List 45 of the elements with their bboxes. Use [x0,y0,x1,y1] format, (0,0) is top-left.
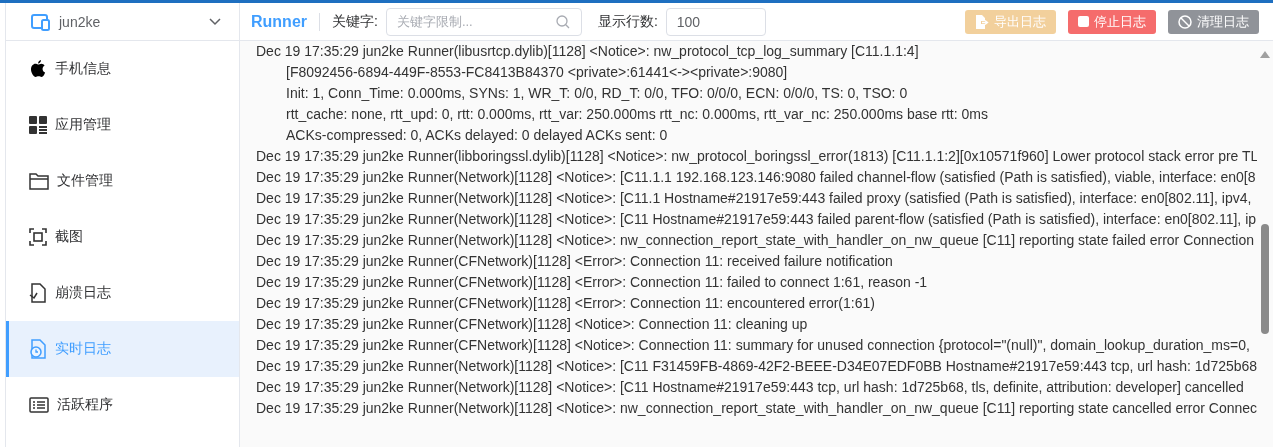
apple-icon [29,59,47,79]
device-icon [31,12,51,31]
folder-icon [29,172,49,190]
log-line: Dec 19 17:35:29 jun2ke Runner(CFNetwork)[1128] <Error>: Connection 11: encountered error(1:61) [256,294,876,313]
log-line: Dec 19 17:35:29 jun2ke Runner(Network)[1128] <Notice>: nw_connection_report_state_with_handler_on_nw_queue [C11] reporting state cancelled error Connec [256,399,1257,418]
list-icon [29,397,49,413]
rows-field[interactable]: 100 [665,7,766,36]
log-line: Dec 19 17:35:29 jun2ke Runner(CFNetwork)[1128] <Error>: Connection 11: received failure notification [256,252,894,271]
document-clock-icon [29,339,47,359]
log-line: Dec 19 17:35:29 jun2ke Runner(libusrtcp.dylib)[1128] <Notice>: nw_protocol_tcp_log_summary [C11.1.1:4] [256,42,920,61]
log-line: Dec 19 17:35:29 jun2ke Runner(Network)[1128] <Notice>: [C11 F31459FB-4869-42F2-BEEE-D34E07EDF0BB Hostname#21917e59:443 tcp, url hash: 1d725b68 [256,357,1257,376]
export-icon [975,14,989,29]
log-line: Dec 19 17:35:29 jun2ke Runner(Network)[1128] <Notice>: [C11 Hostname#21917e59:443 failed parent-flow (satisfied (Path is satisfied), interface: en0[802.11], ip [256,210,1257,229]
log-line: Dec 19 17:35:29 jun2ke Runner(Network)[1128] <Notice>: nw_connection_report_state_with_handler_on_nw_queue [C11] reporting state failed error Connection [256,231,1255,250]
sidebar-item[interactable]: 截图 [6,209,239,265]
log-line: Dec 19 17:35:29 jun2ke Runner(Network)[1128] <Notice>: [C11.1 Hostname#21917e59:443 failed proxy (satisfied (Path is satisfied), interface: en0[802.11], ipv4, [256,189,1253,208]
document-icon [29,283,47,303]
search-icon [555,14,570,29]
forbidden-icon [1178,14,1192,29]
log-line: [F8092456-6894-449F-8553-FC8413B84370 <private>:61441<-><private>:9080] [285,63,789,82]
log-line: Dec 19 17:35:29 jun2ke Runner(CFNetwork)[1128] <Notice>: Connection 11: summary for unused connection {protocol="(null)", domain_lookup_duration_ms=0, [256,336,1251,355]
log-line: Dec 19 17:35:29 jun2ke Runner(libboringssl.dylib)[1128] <Notice>: nw_protocol_boringssl_error(1813) [C11.1.1:2][0x10571f960] Lower protocol stack error pre TL [256,147,1257,166]
log-line: Dec 19 17:35:29 jun2ke Runner(Network)[1128] <Notice>: [C11 Hostname#21917e59:443 tcp, url hash: 1d725b68, tls, definite, attribution: developer] cancelled [256,378,1245,397]
log-line: rtt_cache: none, rtt_upd: 0, rtt: 0.000ms, rtt_var: 250.000ms rtt_nc: 0.000ms, rtt_var_nc: 250.000ms base rtt: 0ms [285,105,989,124]
screenshot-icon [29,228,47,246]
search-field[interactable]: 关键字限制... [385,7,582,36]
stop-icon [1078,16,1089,27]
sidebar-item[interactable]: 手机信息 [6,41,239,97]
log-line: ACKs-compressed: 0, ACKs delayed: 0 delayed ACKs sent: 0 [285,126,669,145]
sidebar-item[interactable]: 文件管理 [6,153,239,209]
log-line: Dec 19 17:35:29 jun2ke Runner(Network)[1128] <Notice>: [C11.1.1 192.168.123.146:9080 failed channel-flow (satisfied (Path is satisfied), viable, interface: en0[8 [256,168,1257,187]
sidebar-item[interactable]: 应用管理 [6,97,239,153]
sidebar-item[interactable]: 崩溃日志 [6,265,239,321]
scroll-up-icon[interactable] [1260,51,1270,58]
rows-label: 显示行数: [597,12,658,31]
device-selector[interactable]: jun2ke [6,3,239,41]
app-title: Runner [251,12,307,31]
grid-icon [29,116,47,134]
log-line: Dec 19 17:35:29 jun2ke Runner(CFNetwork)[1128] <Error>: Connection 11: failed to connect 1:61, reason -1 [256,273,929,292]
keyword-label: 关键字: [332,12,378,31]
log-line: Dec 19 17:35:29 jun2ke Runner(CFNetwork)[1128] <Notice>: Connection 11: cleaning up [256,315,809,334]
scrollbar-thumb[interactable] [1261,224,1269,334]
sidebar-item[interactable]: 活跃程序 [6,377,239,433]
chevron-down-icon [209,17,221,26]
log-line: Init: 1, Conn_Time: 0.000ms, SYNs: 1, WR_T: 0/0, RD_T: 0/0, TFO: 0/0/0, ECN: 0/0/0, TS: 0, TSO: 0 [285,84,909,103]
